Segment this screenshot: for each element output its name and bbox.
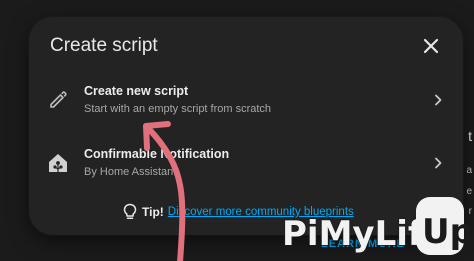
chevron-right-icon [431, 93, 445, 107]
tip-label: Tip! [142, 205, 164, 219]
background-text-fragment: a [466, 165, 472, 176]
lightbulb-icon [122, 203, 138, 221]
background-text-fragment: e [466, 186, 472, 197]
option-subtitle: By Home Assistant [84, 166, 177, 178]
home-assistant-blueprint-icon [47, 152, 69, 174]
close-icon [423, 38, 439, 54]
option-title: Create new script [84, 84, 189, 98]
option-create-new-script[interactable]: Create new script Start with an empty sc… [29, 77, 463, 129]
dialog-title: Create script [50, 35, 158, 56]
chevron-right-icon [431, 156, 445, 170]
close-button[interactable] [421, 36, 441, 56]
tip-row: Tip! Discover more community blueprints [122, 203, 354, 221]
option-subtitle: Start with an empty script from scratch [84, 103, 272, 115]
create-script-dialog: Create script Create new script Start wi… [29, 17, 463, 235]
background-text-fragment: t [468, 128, 472, 144]
option-title: Confirmable Notification [84, 147, 230, 161]
community-blueprints-link[interactable]: Discover more community blueprints [168, 206, 354, 218]
option-confirmable-notification[interactable]: Confirmable Notification By Home Assista… [29, 140, 463, 192]
screen: t a e r LEARN MORE Create script Create … [0, 0, 474, 261]
background-text-fragment: r [468, 206, 472, 217]
learn-more-link[interactable]: LEARN MORE [321, 238, 405, 250]
pencil-icon [47, 89, 69, 111]
